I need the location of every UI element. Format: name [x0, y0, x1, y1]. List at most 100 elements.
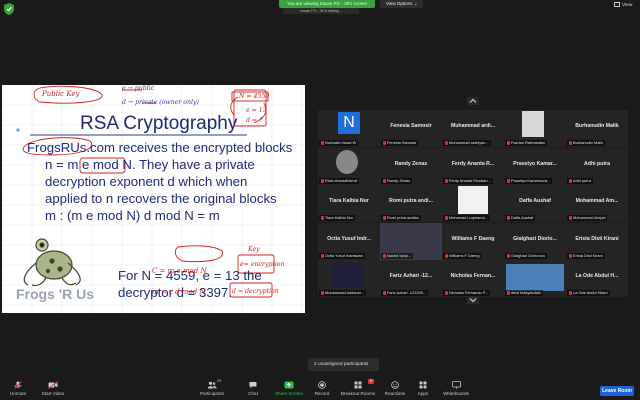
unassigned-participants-notice[interactable]: 2 unassigned participants: [308, 358, 379, 371]
participant-name: Fenesia Samosir: [390, 123, 432, 129]
microphone-muted-icon: [383, 291, 386, 295]
participant-label-text: Muhammad ardhiyan...: [449, 140, 489, 145]
participant-name: Fariz Azhari -12...: [389, 273, 433, 279]
participant-label: Gialghazi Diorionza: [505, 253, 547, 259]
participant-tile[interactable]: La Ode Abdul H... La Ode Abdul Hilam: [566, 260, 628, 297]
microphone-muted-icon: [383, 141, 386, 145]
participant-tile[interactable]: Mohamad Luqmanul...: [442, 185, 504, 222]
participant-label-text: Fazrian Rahmadian: [511, 140, 545, 145]
annotation-d-decryption: d = decryption: [232, 288, 279, 295]
microphone-muted-icon: [321, 216, 324, 220]
participant-label: Burhanudin Malik: [567, 140, 606, 146]
shield-icon[interactable]: [4, 3, 14, 15]
participant-label-text: Gialghazi Diorionza: [511, 253, 545, 258]
participant-tile[interactable]: Williams F Daeng Williams F Daeng: [442, 223, 504, 260]
participant-tile[interactable]: Tiara Kalbia Nur Tiara Kalbia Nur: [318, 185, 380, 222]
zoom-window: You are viewing Iravan PG - 39's screen …: [0, 0, 640, 400]
whiteboards-button[interactable]: Whiteboards: [441, 381, 471, 396]
slide-line-2: n = m e mod N. They have a private: [45, 157, 255, 172]
participant-label: La Ode Abdul Hilam: [567, 290, 610, 296]
breakout-rooms-button[interactable]: 5 Breakout Rooms: [340, 379, 376, 396]
participant-tile[interactable]: Ferdy Ananta R... Ferdy Ananta Rusdian...: [442, 148, 504, 185]
participant-name: Daffa Aushaf: [519, 198, 551, 204]
shared-screen-slide: RSA Cryptography FrogsRUs.com receives t…: [2, 85, 305, 313]
leave-room-button[interactable]: Leave Room: [600, 386, 634, 396]
participant-tile[interactable]: Fariz Azhari -12... Fariz Azhari -121200.…: [380, 260, 442, 297]
participant-avatar: N: [338, 112, 360, 134]
participant-label-text: dewi hidayatullah: [511, 290, 541, 295]
participant-tile[interactable]: Fazrian Rahmadian: [504, 110, 566, 147]
chevron-down-icon[interactable]: [467, 296, 479, 304]
apps-button[interactable]: Apps: [415, 381, 431, 396]
participant-tile[interactable]: Mohammad Am... Mohammad Amjad: [566, 185, 628, 222]
microphone-muted-icon: [507, 291, 510, 295]
annotation-public-key: Public Key: [42, 90, 80, 98]
breakout-rooms-label: Breakout Rooms: [340, 391, 376, 396]
participant-video: [332, 264, 362, 288]
participant-label-text: Daffa Aushaf: [511, 215, 534, 220]
frog-illustration: [23, 238, 81, 287]
participant-label: Rizki ahmadMa'ruf: [319, 178, 360, 184]
participant-tile[interactable]: dewi hidayatullah: [504, 260, 566, 297]
reactions-label: Reactions: [384, 391, 406, 396]
participant-tile[interactable]: Prasetyo Kamar... Prasetyo Kamaruzza...: [504, 148, 566, 185]
whiteboards-label: Whiteboards: [443, 391, 469, 396]
participant-label-text: Naufal Iqbal...: [387, 253, 412, 258]
share-screen-icon: [284, 381, 294, 389]
breakout-rooms-icon: [354, 381, 362, 389]
participants-button[interactable]: 29 Participants: [197, 379, 227, 396]
start-video-button[interactable]: Start Video: [38, 381, 68, 396]
participant-tile[interactable]: Naufal Iqbal...: [380, 223, 442, 260]
view-options-button[interactable]: View Options ⌄: [380, 0, 424, 8]
participant-label-text: Romi putra andika: [387, 215, 419, 220]
participant-tile[interactable]: Muhammad ardi... Muhammad ardhiyan...: [442, 110, 504, 147]
slide-title: RSA Cryptography: [80, 113, 238, 134]
microphone-muted-icon: [569, 141, 572, 145]
microphone-muted-icon: [321, 254, 324, 258]
share-screen-label: Share Screen: [274, 391, 304, 396]
participant-label: Naufal Iqbal...: [381, 253, 414, 259]
participant-name: Octia Yusuf Indr...: [327, 236, 371, 242]
apps-icon: [419, 381, 427, 389]
unmute-button[interactable]: Unmute: [6, 381, 30, 396]
microphone-muted-icon: [507, 254, 510, 258]
participant-tile[interactable]: Fenesia Samosir Fenesia Samosir: [380, 110, 442, 147]
participant-label: Fariz Azhari -121200...: [381, 290, 429, 296]
participant-tile[interactable]: Adhi putra Adhi putra: [566, 148, 628, 185]
record-icon: [318, 381, 326, 389]
participant-tile[interactable]: Erista Disti Kirani Erista Disti Kirani: [566, 223, 628, 260]
chevron-up-icon[interactable]: [467, 97, 479, 105]
participant-tile[interactable]: Octia Yusuf Indr... Octia Yusuf Indriawan: [318, 223, 380, 260]
participant-tile[interactable]: Romi putra andi... Romi putra andika: [380, 185, 442, 222]
microphone-muted-icon: [445, 179, 448, 183]
participant-tile[interactable]: Gialghazi Diorio... Gialghazi Diorionza: [504, 223, 566, 260]
microphone-muted-icon: [507, 141, 510, 145]
share-screen-button[interactable]: Share Screen: [274, 381, 304, 396]
participant-tile[interactable]: Muhammad Addarun...: [318, 260, 380, 297]
participant-label: Tiara Kalbia Nur: [319, 215, 355, 221]
microphone-muted-icon: [383, 179, 386, 183]
participant-label-text: Randy Zenas: [387, 178, 411, 183]
participant-name: Nicholas Fernan...: [450, 273, 496, 279]
slide-logo-caption: Frogs 'R Us: [16, 286, 95, 302]
reactions-button[interactable]: Reactions: [383, 381, 407, 396]
microphone-muted-icon: [445, 291, 448, 295]
record-button[interactable]: Record: [312, 381, 332, 396]
view-button[interactable]: View: [614, 2, 632, 10]
participant-tile[interactable]: Nicholas Fernan... Nicholas Fernando P...: [442, 260, 504, 297]
annotation-d-unknown: d = ?: [246, 117, 263, 124]
participant-tile[interactable]: Randy Zenas Randy Zenas: [380, 148, 442, 185]
participants-icon: [207, 381, 217, 389]
participant-label-text: Tiara Kalbia Nur: [325, 215, 353, 220]
participant-label: Adhi putra: [567, 178, 593, 184]
participant-name: Erista Disti Kirani: [575, 236, 619, 242]
screen-share-banner: You are viewing Iravan PG - 39's screen: [279, 0, 375, 8]
meeting-toolbar: Unmute Start Video 29 Participants Chat: [0, 379, 640, 400]
chat-button[interactable]: Chat: [243, 381, 263, 396]
participant-tile[interactable]: Burhanudin Malik Burhanudin Malik: [566, 110, 628, 147]
participant-tile[interactable]: N Nurhakim Asad W: [318, 110, 380, 147]
participant-tile[interactable]: Daffa Aushaf Daffa Aushaf: [504, 185, 566, 222]
participant-tile[interactable]: Rizki ahmadMa'ruf: [318, 148, 380, 185]
participant-name: Tiara Kalbia Nur: [329, 198, 369, 204]
participant-label-text: Fariz Azhari -121200...: [387, 290, 427, 295]
